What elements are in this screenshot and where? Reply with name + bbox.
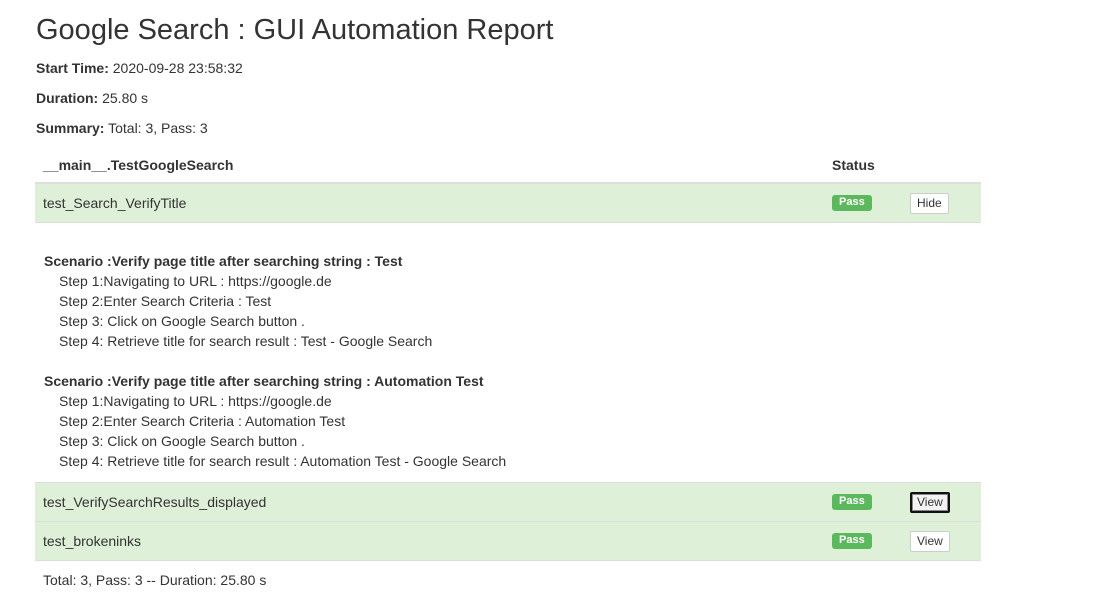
duration-line: Duration: 25.80 s — [36, 88, 981, 118]
test-detail-output: Scenario :Verify page title after search… — [35, 222, 981, 483]
action-cell: View — [902, 521, 981, 561]
view-button[interactable]: View — [910, 530, 950, 552]
header-status: Status — [824, 148, 902, 184]
summary-value: Total: 3, Pass: 3 — [108, 120, 208, 136]
test-name: test_brokeninks — [35, 521, 824, 561]
table-row: test_VerifySearchResults_displayed Pass … — [35, 482, 981, 522]
status-cell: Pass — [824, 521, 902, 561]
page-title: Google Search : GUI Automation Report — [36, 14, 554, 46]
scenario-step: Step 1:Navigating to URL : https://googl… — [59, 273, 332, 289]
hide-button[interactable]: Hide — [910, 192, 949, 214]
start-time-value: 2020-09-28 23:58:32 — [112, 60, 243, 76]
status-badge: Pass — [832, 493, 872, 510]
action-cell: Hide — [902, 182, 981, 223]
duration-label: Duration: — [36, 90, 99, 106]
duration-value: 25.80 s — [102, 90, 149, 106]
scenario-block: Scenario :Verify page title after search… — [44, 251, 972, 351]
header-actions — [902, 148, 981, 184]
scenario-step: Step 1:Navigating to URL : https://googl… — [59, 393, 332, 409]
status-cell: Pass — [824, 482, 902, 522]
scenario-step: Step 2:Enter Search Criteria : Automatio… — [59, 413, 346, 429]
scenario-step: Step 2:Enter Search Criteria : Test — [59, 293, 272, 309]
scenario-step: Step 4: Retrieve title for search result… — [59, 453, 507, 469]
scenario-step: Step 4: Retrieve title for search result… — [59, 333, 433, 349]
header-test-class: __main__.TestGoogleSearch — [35, 148, 824, 184]
table-row: test_Search_VerifyTitle Pass Hide — [35, 182, 981, 223]
total-summary: Total: 3, Pass: 3 -- Duration: 25.80 s — [35, 560, 981, 599]
summary-label: Summary: — [36, 120, 105, 136]
scenario-title: Scenario :Verify page title after search… — [44, 253, 403, 269]
table-row: test_brokeninks Pass View — [35, 521, 981, 561]
report-page: Google Search : GUI Automation Report St… — [35, 0, 981, 599]
status-badge: Pass — [832, 194, 872, 211]
start-time-line: Start Time: 2020-09-28 23:58:32 — [36, 58, 981, 88]
summary-line: Summary: Total: 3, Pass: 3 — [36, 118, 981, 148]
test-detail-row: Scenario :Verify page title after search… — [35, 222, 981, 483]
results-table: __main__.TestGoogleSearch Status test_Se… — [35, 148, 981, 599]
scenario-step: Step 3: Click on Google Search button . — [59, 433, 305, 449]
action-cell: View — [902, 482, 981, 522]
test-name: test_Search_VerifyTitle — [35, 182, 824, 223]
scenario-step: Step 3: Click on Google Search button . — [59, 313, 305, 329]
status-badge: Pass — [832, 532, 872, 549]
table-header-row: __main__.TestGoogleSearch Status — [35, 148, 981, 184]
scenario-title: Scenario :Verify page title after search… — [44, 373, 484, 389]
status-cell: Pass — [824, 182, 902, 223]
test-name: test_VerifySearchResults_displayed — [35, 482, 824, 522]
view-button[interactable]: View — [910, 491, 950, 513]
scenario-block: Scenario :Verify page title after search… — [44, 371, 972, 471]
total-row: Total: 3, Pass: 3 -- Duration: 25.80 s — [35, 560, 981, 599]
start-time-label: Start Time: — [36, 60, 109, 76]
